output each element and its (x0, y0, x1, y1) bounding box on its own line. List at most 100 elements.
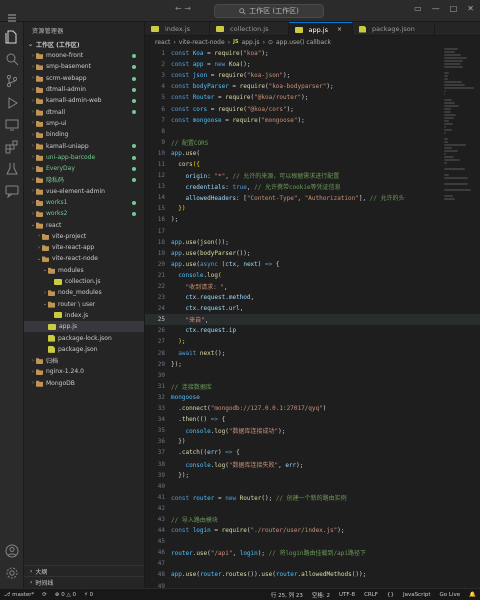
code-line[interactable]: 19 app.use(bodyParser()); (145, 248, 480, 259)
code-line[interactable]: 31 // 连接数据库 (145, 381, 480, 392)
code-line[interactable]: 7 const mongoose = require("mongoose"); (145, 115, 480, 126)
menu-icon[interactable] (8, 7, 16, 22)
code-line[interactable]: 40 (145, 481, 480, 492)
code-line[interactable]: 32 mongoose (145, 392, 480, 403)
code-line[interactable]: 25 "来自", (145, 314, 480, 326)
code-line[interactable]: 33 .connect("mongodb://127.0.0.1:27017/q… (145, 403, 480, 414)
tree-folder[interactable]: ⌄ router \ user (24, 299, 144, 310)
explorer-icon[interactable] (5, 30, 19, 44)
tree-folder[interactable]: › EveryDay (24, 163, 144, 174)
code-line[interactable]: 28 await next(); (145, 348, 480, 359)
tree-folder[interactable]: › moone-front (24, 50, 144, 61)
code-line[interactable]: 43 // 导入路由模块 (145, 514, 480, 525)
code-line[interactable]: 38 console.log("数据库连接失败", err); (145, 458, 480, 469)
layout-icon[interactable]: ▭ (414, 4, 422, 13)
search-icon[interactable] (5, 52, 19, 66)
line-ending[interactable]: CRLF (364, 592, 378, 598)
code-line[interactable]: 26 ctx.request.ip (145, 325, 480, 336)
command-center[interactable]: 工作区 (工作区) (214, 4, 324, 18)
code-line[interactable]: 4 const bodyParser = require("koa-bodypar… (145, 81, 480, 92)
tree-file[interactable]: index.js (24, 310, 144, 321)
editor-tab[interactable]: collection.js (210, 22, 289, 36)
tree-folder[interactable]: › nginx-1.24.0 (24, 366, 144, 377)
editor-tab[interactable]: index.js (145, 22, 211, 36)
tree-folder[interactable]: › dtmall (24, 106, 144, 117)
tree-folder[interactable]: ⌄ modules (24, 265, 144, 276)
nav-arrows[interactable]: ← → (175, 4, 191, 13)
tree-file[interactable]: app.js (24, 321, 144, 333)
minimap[interactable] (444, 48, 480, 588)
indentation[interactable]: 空格: 2 (312, 591, 330, 599)
code-line[interactable]: 35 console.log("数据库连接成功"); (145, 425, 480, 436)
breadcrumb-item[interactable]: JS (233, 39, 238, 45)
close-icon[interactable]: ✕ (467, 4, 474, 13)
code-line[interactable]: 30 (145, 370, 480, 381)
code-line[interactable]: 3 const json = require("koa-json"); (145, 70, 480, 81)
code-line[interactable]: 9 // 配置CORS (145, 137, 480, 148)
code-line[interactable]: 10 app.use( (145, 148, 480, 159)
code-line[interactable]: 44 const login = require("./router/user/i… (145, 525, 480, 536)
tree-folder[interactable]: › uni-app-barcode (24, 152, 144, 163)
go-live-button[interactable]: Go Live (440, 592, 461, 598)
code-line[interactable]: 16); (145, 214, 480, 225)
ports-indicator[interactable]: ⚡ 0 (84, 592, 93, 598)
comments-icon[interactable] (5, 184, 19, 198)
code-line[interactable]: 17 (145, 226, 480, 237)
tree-folder[interactable]: › kamall-uniapp (24, 140, 144, 151)
tree-file[interactable]: package-lock.json (24, 332, 144, 343)
cursor-position[interactable]: 行 25, 列 23 (271, 591, 303, 599)
tree-folder[interactable]: › works2 (24, 208, 144, 219)
workspace-root[interactable]: ⌄ 工作区 (工作区) (24, 38, 144, 50)
braces-icon[interactable]: {} (387, 592, 394, 598)
maximize-icon[interactable]: □ (450, 4, 458, 13)
code-line[interactable]: 23 ctx.request.method, (145, 292, 480, 303)
editor-tab[interactable]: app.js × (288, 22, 354, 36)
breadcrumb-item[interactable]: ⊙ (268, 39, 273, 46)
tree-folder[interactable]: ⌄ react (24, 219, 144, 230)
encoding[interactable]: UTF-8 (339, 592, 355, 598)
code-editor[interactable]: 1 const Koa = require("koa"); 2 const app =… (145, 48, 480, 600)
code-line[interactable]: 22 "收到请求: ", (145, 281, 480, 292)
timeline-section[interactable]: › 时间线 (24, 576, 144, 587)
tree-folder[interactable]: › 隐私码 (24, 174, 144, 185)
code-line[interactable]: 6 const cors = require("@koa/cors"); (145, 103, 480, 114)
git-branch[interactable]: ⎇ master* (4, 592, 34, 598)
code-line[interactable]: 29}); (145, 359, 480, 370)
code-line[interactable]: 46 router.use("/api", login); // 将login路由… (145, 547, 480, 558)
code-line[interactable]: 42 (145, 503, 480, 514)
code-line[interactable]: 21 console.log( (145, 270, 480, 281)
code-line[interactable]: 1 const Koa = require("koa"); (145, 48, 480, 59)
breadcrumb-item[interactable]: app.js (242, 39, 260, 46)
code-line[interactable]: 24 ctx.request.url, (145, 303, 480, 314)
code-line[interactable]: 20 app.use(async (ctx, next) => { (145, 259, 480, 270)
code-line[interactable]: 36 }) (145, 436, 480, 447)
problems-indicator[interactable]: ⊗ 0 △ 0 (55, 592, 76, 598)
close-icon[interactable]: × (337, 26, 342, 33)
code-line[interactable]: 11 cors({ (145, 159, 480, 170)
tree-folder[interactable]: › node_modules (24, 287, 144, 298)
extensions-icon[interactable] (5, 140, 19, 154)
tree-folder[interactable]: › scrm-webapp (24, 73, 144, 84)
code-line[interactable]: 39 }); (145, 470, 480, 481)
outline-section[interactable]: › 大纲 (24, 565, 144, 576)
account-icon[interactable] (5, 544, 19, 558)
tree-folder[interactable]: › works1 (24, 197, 144, 208)
language-mode[interactable]: JavaScript (403, 592, 431, 598)
tree-folder[interactable]: › vite-project (24, 231, 144, 242)
tree-folder[interactable]: › kamall-admin-web (24, 95, 144, 106)
tree-folder[interactable]: › smp-basement (24, 61, 144, 72)
breadcrumb-item[interactable]: react (155, 39, 170, 46)
run-debug-icon[interactable] (5, 96, 19, 110)
code-line[interactable]: 8 (145, 126, 480, 137)
tree-folder[interactable]: › binding (24, 129, 144, 140)
tree-folder[interactable]: › MongoDB (24, 378, 144, 389)
tree-folder[interactable]: ⌄ vite-react-node (24, 253, 144, 264)
code-line[interactable]: 45 (145, 536, 480, 547)
testing-icon[interactable] (5, 162, 19, 176)
remote-explorer-icon[interactable] (5, 118, 19, 132)
code-line[interactable]: 37 .catch((err) => { (145, 447, 480, 458)
breadcrumb-item[interactable]: vite-react-node (179, 39, 225, 46)
code-line[interactable]: 2 const app = new Koa(); (145, 59, 480, 70)
code-line[interactable]: 12 origin: "*", // 允许的来源，可以根据需求进行配置 (145, 170, 480, 181)
code-line[interactable]: 48 app.use(router.routes()).use(router.al… (145, 569, 480, 580)
